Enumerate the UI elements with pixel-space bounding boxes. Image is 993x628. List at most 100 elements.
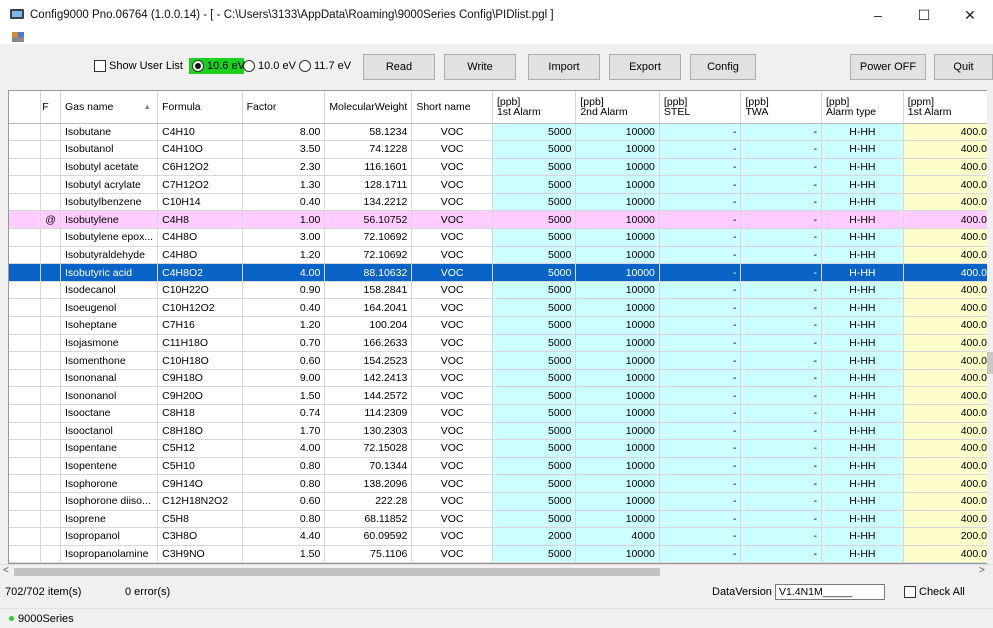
cell-ppm-1st-alarm[interactable]: 400.0	[903, 281, 992, 300]
cell-ppb-alarm-type[interactable]: H-HH	[821, 545, 904, 563]
cell-ppb-stel[interactable]: -	[659, 386, 742, 405]
cell-ppb-twa[interactable]: -	[740, 281, 822, 300]
cell-ppb-twa[interactable]: -	[740, 210, 822, 230]
table-row[interactable]: Isomenthone C10H18O 0.60 154.2523 VOC 5000 100…	[9, 351, 992, 370]
cell-ppb-alarm-type[interactable]: H-HH	[821, 404, 904, 423]
cell-flag[interactable]	[40, 545, 61, 563]
cell-molecular-weight[interactable]: 142.2413	[324, 369, 413, 388]
column-header-ppb-2nd-alarm[interactable]: [ppb] 2nd Alarm	[575, 91, 660, 124]
cell-ppb-twa[interactable]: -	[740, 158, 822, 177]
cell-ppm-1st-alarm[interactable]: 400.0	[903, 404, 992, 423]
cell-ppb-1st-alarm[interactable]: 5000	[492, 386, 577, 405]
config-button[interactable]: Config	[690, 54, 756, 80]
cell-ppb-stel[interactable]: -	[659, 158, 742, 177]
cell-formula[interactable]: C4H10	[157, 123, 243, 142]
cell-molecular-weight[interactable]: 128.1711	[324, 175, 413, 194]
row-header-cell[interactable]	[9, 474, 42, 493]
cell-factor[interactable]: 0.80	[242, 474, 326, 493]
cell-short-name[interactable]: VOC	[411, 474, 493, 493]
cell-ppb-twa[interactable]: -	[740, 316, 822, 335]
cell-ppb-twa[interactable]: -	[740, 474, 822, 493]
close-button[interactable]: ✕	[947, 0, 993, 30]
cell-ppm-1st-alarm[interactable]: 400.0	[903, 474, 992, 493]
cell-ppb-1st-alarm[interactable]: 5000	[492, 228, 577, 247]
cell-ppb-alarm-type[interactable]: H-HH	[821, 334, 904, 353]
cell-formula[interactable]: C4H8O	[157, 228, 243, 247]
cell-formula[interactable]: C11H18O	[157, 334, 243, 353]
cell-ppb-1st-alarm[interactable]: 5000	[492, 140, 577, 159]
row-header-cell[interactable]	[9, 422, 42, 441]
row-header-cell[interactable]	[9, 386, 42, 405]
cell-gas-name[interactable]: Isobutyl acetate	[60, 158, 159, 177]
cell-ppm-1st-alarm[interactable]: 200.0	[903, 527, 992, 546]
cell-factor[interactable]: 9.00	[242, 369, 326, 388]
table-row[interactable]: Isophorone diiso... C12H18N2O2 0.60 222.28 V…	[9, 492, 992, 511]
cell-flag[interactable]	[40, 123, 61, 142]
cell-ppb-2nd-alarm[interactable]: 10000	[575, 228, 660, 247]
table-row[interactable]: Isojasmone C11H18O 0.70 166.2633 VOC 5000 1000…	[9, 334, 992, 353]
cell-short-name[interactable]: VOC	[411, 334, 493, 353]
vertical-scrollbar[interactable]	[987, 90, 993, 564]
table-row[interactable]: Isoheptane C7H16 1.20 100.204 VOC 5000 10000- -…	[9, 316, 992, 335]
cell-flag[interactable]	[40, 193, 61, 212]
cell-flag[interactable]	[40, 492, 61, 511]
cell-gas-name[interactable]: Isoeugenol	[60, 298, 159, 318]
cell-ppm-1st-alarm[interactable]: 400.0	[903, 175, 992, 194]
cell-ppb-twa[interactable]: -	[740, 140, 822, 159]
cell-ppb-1st-alarm[interactable]: 5000	[492, 158, 577, 177]
cell-ppb-twa[interactable]: -	[740, 351, 822, 370]
cell-ppb-2nd-alarm[interactable]: 10000	[575, 386, 660, 405]
cell-short-name[interactable]: VOC	[411, 140, 493, 159]
cell-gas-name[interactable]: Isodecanol	[60, 281, 159, 300]
cell-ppb-stel[interactable]: -	[659, 228, 742, 247]
cell-ppb-alarm-type[interactable]: H-HH	[821, 369, 904, 388]
table-row[interactable]: Isopropanol C3H8O 4.40 60.09592 VOC 2000 4000-…	[9, 527, 992, 546]
row-header-cell[interactable]	[9, 210, 42, 230]
cell-formula[interactable]: C7H12O2	[157, 175, 243, 194]
row-header-cell[interactable]	[9, 439, 42, 458]
cell-ppb-2nd-alarm[interactable]: 10000	[575, 263, 660, 282]
cell-formula[interactable]: C4H8O2	[157, 263, 243, 282]
cell-molecular-weight[interactable]: 75.1106	[324, 545, 413, 563]
cell-short-name[interactable]: VOC	[411, 228, 493, 247]
cell-gas-name[interactable]: Isobutyraldehyde	[60, 246, 159, 265]
cell-short-name[interactable]: VOC	[411, 439, 493, 458]
cell-molecular-weight[interactable]: 130.2303	[324, 422, 413, 441]
cell-ppb-stel[interactable]: -	[659, 527, 742, 546]
cell-ppb-twa[interactable]: -	[740, 422, 822, 441]
table-row[interactable]: Isooctane C8H18 0.74 114.2309 VOC 5000 10000- -…	[9, 404, 992, 423]
cell-ppm-1st-alarm[interactable]: 400.0	[903, 351, 992, 370]
cell-flag[interactable]	[40, 334, 61, 353]
cell-gas-name[interactable]: Isophorone	[60, 474, 159, 493]
cell-short-name[interactable]: VOC	[411, 351, 493, 370]
column-header-formula[interactable]: Formula	[157, 91, 243, 124]
cell-ppb-stel[interactable]: -	[659, 140, 742, 159]
cell-ppb-2nd-alarm[interactable]: 10000	[575, 158, 660, 177]
cell-ppm-1st-alarm[interactable]: 400.0	[903, 422, 992, 441]
cell-ppb-alarm-type[interactable]: H-HH	[821, 316, 904, 335]
cell-flag[interactable]	[40, 298, 61, 318]
cell-molecular-weight[interactable]: 58.1234	[324, 123, 413, 142]
cell-ppm-1st-alarm[interactable]: 400.0	[903, 298, 992, 318]
cell-gas-name[interactable]: Isobutylene	[60, 210, 159, 230]
cell-molecular-weight[interactable]: 164.2041	[324, 298, 413, 318]
row-header-cell[interactable]	[9, 334, 42, 353]
cell-short-name[interactable]: VOC	[411, 404, 493, 423]
cell-ppb-stel[interactable]: -	[659, 351, 742, 370]
cell-ppb-2nd-alarm[interactable]: 10000	[575, 510, 660, 529]
cell-ppb-stel[interactable]: -	[659, 316, 742, 335]
cell-short-name[interactable]: VOC	[411, 263, 493, 282]
mdi-window-icon[interactable]	[12, 32, 24, 42]
cell-gas-name[interactable]: Isopropanol	[60, 527, 159, 546]
row-header-cell[interactable]	[9, 351, 42, 370]
cell-formula[interactable]: C3H9NO	[157, 545, 243, 563]
cell-ppb-twa[interactable]: -	[740, 123, 822, 142]
row-header-cell[interactable]	[9, 140, 42, 159]
cell-ppm-1st-alarm[interactable]: 400.0	[903, 158, 992, 177]
power-off-button[interactable]: Power OFF	[850, 54, 926, 80]
cell-ppb-alarm-type[interactable]: H-HH	[821, 298, 904, 318]
scroll-left-arrow-icon[interactable]: <	[3, 565, 9, 576]
cell-ppb-alarm-type[interactable]: H-HH	[821, 474, 904, 493]
cell-gas-name[interactable]: Isoprene	[60, 510, 159, 529]
cell-ppb-2nd-alarm[interactable]: 10000	[575, 193, 660, 212]
